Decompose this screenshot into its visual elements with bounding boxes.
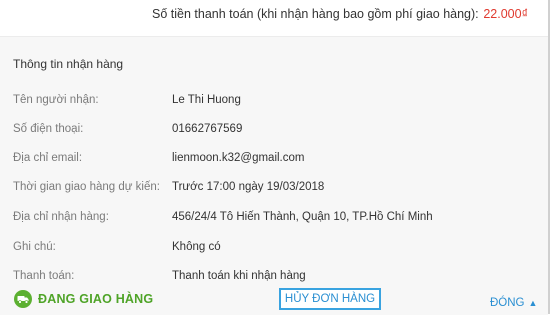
info-label: Số điện thoại: — [13, 123, 84, 135]
close-label: ĐÓNG — [490, 297, 525, 309]
info-row-payment-method: Thanh toán: Thanh toán khi nhận hàng — [0, 270, 548, 290]
payment-row: Số tiền thanh toán (khi nhận hàng bao gồ… — [0, 0, 548, 30]
close-toggle[interactable]: ĐÓNG ▲ — [490, 297, 537, 309]
payment-amount: 22.000₫ — [483, 7, 528, 21]
info-value: Không có — [172, 241, 221, 253]
section-title: Thông tin nhận hàng — [13, 57, 124, 71]
caret-up-icon: ▲ — [528, 298, 538, 308]
payment-label: Số tiền thanh toán (khi nhận hàng bao gồ… — [152, 7, 479, 21]
info-row-recipient-name: Tên người nhận: Le Thi Huong — [0, 94, 548, 114]
info-row-phone: Số điện thoại: 01662767569 — [0, 123, 548, 143]
info-value: Trước 17:00 ngày 19/03/2018 — [172, 181, 325, 193]
info-row-delivery-time: Thời gian giao hàng dự kiến: Trước 17:00… — [0, 181, 548, 201]
info-label: Địa chỉ email: — [13, 152, 83, 164]
info-row-note: Ghi chú: Không có — [0, 241, 548, 261]
delivery-icon — [14, 290, 32, 308]
info-label: Ghi chú: — [13, 241, 56, 253]
info-row-address: Địa chỉ nhận hàng: 456/24/4 Tô Hiến Thàn… — [0, 211, 548, 231]
cancel-order-button[interactable]: HỦY ĐƠN HÀNG — [279, 288, 381, 310]
receiver-info-section: Thông tin nhận hàng Tên người nhận: Le T… — [0, 36, 548, 315]
info-label: Địa chỉ nhận hàng: — [13, 211, 109, 223]
info-label: Thanh toán: — [13, 270, 75, 282]
status-text: ĐANG GIAO HÀNG — [38, 292, 154, 306]
order-detail-panel: Số tiền thanh toán (khi nhận hàng bao gồ… — [0, 0, 550, 315]
info-label: Thời gian giao hàng dự kiến: — [13, 181, 160, 193]
info-label: Tên người nhận: — [13, 94, 99, 106]
info-row-email: Địa chỉ email: lienmoon.k32@gmail.com — [0, 152, 548, 172]
delivery-status: ĐANG GIAO HÀNG — [14, 289, 153, 309]
info-value: lienmoon.k32@gmail.com — [172, 152, 305, 164]
info-value: 01662767569 — [172, 123, 243, 135]
info-value: Thanh toán khi nhận hàng — [172, 270, 306, 282]
info-value: 456/24/4 Tô Hiến Thành, Quận 10, TP.Hồ C… — [172, 211, 433, 223]
info-value: Le Thi Huong — [172, 94, 241, 106]
